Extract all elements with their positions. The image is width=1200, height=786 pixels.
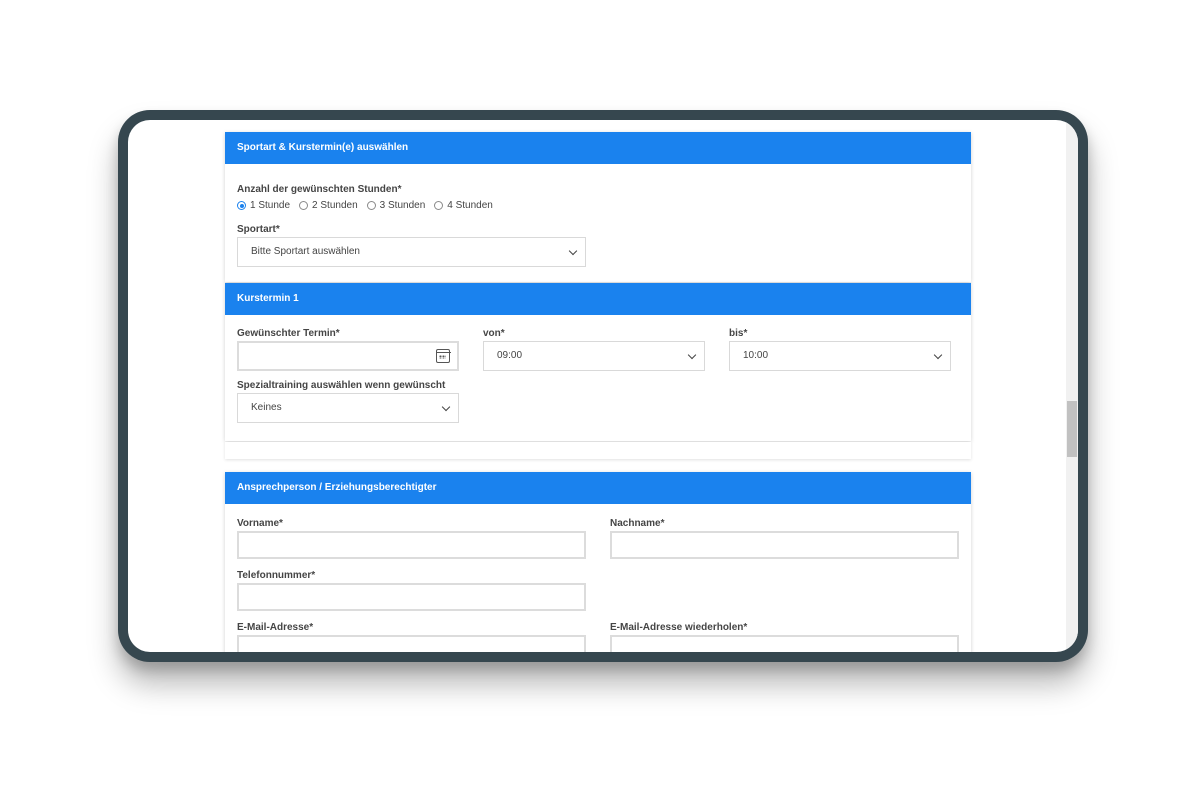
radio-label: 2 Stunden [312,200,358,211]
to-time-select[interactable]: 10:00 [729,341,951,371]
special-training-select[interactable]: Keines [237,393,459,423]
radio-option-3-hours[interactable]: 3 Stunden [366,200,426,211]
radio-button[interactable] [366,201,376,210]
email-repeat-input[interactable] [610,635,959,652]
panel-sport-selection: Sportart & Kurstermin(e) auswählen Anzah… [225,132,971,282]
chevron-down-icon [687,350,697,360]
email-input[interactable] [237,635,586,652]
to-time-value: 10:00 [743,350,769,361]
radio-button[interactable] [299,201,309,210]
radio-label: 4 Stunden [447,200,493,211]
email-label: E-Mail-Adresse* [237,622,314,633]
scrollbar-thumb[interactable] [1067,401,1077,457]
special-training-label: Spezialtraining auswählen wenn gewünscht [237,380,446,391]
from-time-value: 09:00 [497,350,523,361]
radio-button-checked[interactable] [237,201,246,210]
hours-radio-group: 1 Stunde 2 Stunden 3 Stunden 4 Stunden [237,200,502,211]
lastname-label: Nachname* [610,518,665,529]
firstname-label: Vorname* [237,518,283,529]
chevron-down-icon [933,350,943,360]
radio-option-4-hours[interactable]: 4 Stunden [434,200,493,211]
scrollbar[interactable] [1066,120,1078,652]
panel-spacer [225,442,971,459]
to-label: bis* [729,328,748,339]
panel-header-sport: Sportart & Kurstermin(e) auswählen [225,132,971,164]
panel-contact-person: Ansprechperson / Erziehungsberechtigter … [225,472,971,652]
sport-select[interactable]: Bitte Sportart auswählen [237,237,586,267]
panel-header-contact: Ansprechperson / Erziehungsberechtigter [225,472,971,504]
from-time-select[interactable]: 09:00 [483,341,705,371]
radio-label: 3 Stunden [379,200,426,211]
radio-option-1-hour[interactable]: 1 Stunde [237,200,290,211]
chevron-down-icon [568,246,578,256]
firstname-input[interactable] [237,531,586,559]
radio-button[interactable] [434,201,444,210]
email-repeat-label: E-Mail-Adresse wiederholen* [610,622,748,633]
radio-option-2-hours[interactable]: 2 Stunden [299,200,358,211]
hours-label: Anzahl der gewünschten Stunden* [237,184,402,195]
phone-input[interactable] [237,583,586,611]
sport-label: Sportart* [237,224,280,235]
phone-label: Telefonnummer* [237,570,316,581]
from-label: von* [483,328,505,339]
panel-header-course: Kurstermin 1 [225,283,971,315]
device-frame: Sportart & Kurstermin(e) auswählen Anzah… [118,110,1088,662]
date-input[interactable] [237,341,459,371]
radio-label: 1 Stunde [250,200,291,211]
sport-select-value: Bitte Sportart auswählen [251,246,360,257]
lastname-input[interactable] [610,531,959,559]
screen: Sportart & Kurstermin(e) auswählen Anzah… [128,120,1078,652]
panel-course-date: Kurstermin 1 Gewünschter Termin* von* 09… [225,283,971,441]
chevron-down-icon [441,402,451,412]
date-label: Gewünschter Termin* [237,328,340,339]
special-training-value: Keines [251,402,282,413]
calendar-icon[interactable] [435,349,451,363]
